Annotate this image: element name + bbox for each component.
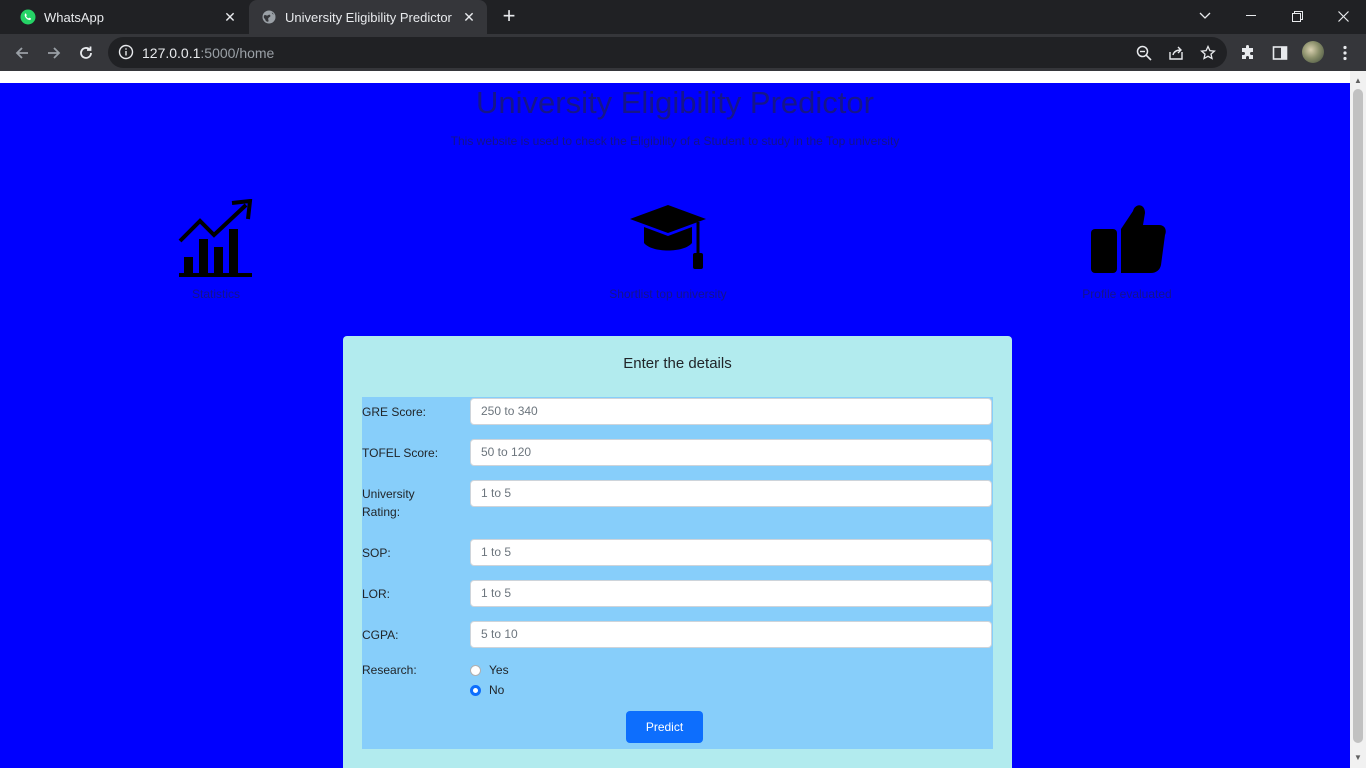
tab-title: University Eligibility Predictor [285, 9, 452, 25]
more-menu-icon[interactable] [1334, 42, 1356, 64]
tofel-label: TOFEL Score: [362, 446, 439, 460]
profile-avatar[interactable] [1302, 41, 1324, 63]
sop-input[interactable]: 1 to 5 [470, 539, 992, 566]
lor-input[interactable]: 1 to 5 [470, 580, 992, 607]
chart-growth-icon [178, 199, 253, 277]
close-window-icon[interactable] [1320, 0, 1366, 32]
scroll-up-icon[interactable]: ▲ [1354, 77, 1362, 85]
close-icon[interactable]: ✕ [220, 7, 240, 27]
address-bar[interactable]: 127.0.0.1:5000/home [108, 37, 1227, 68]
share-icon[interactable] [1166, 43, 1186, 63]
details-card: Enter the details GRE Score: 250 to 340 … [343, 336, 1012, 768]
page-background: University Eligibility Predictor This we… [0, 83, 1350, 768]
university-rating-input[interactable]: 1 to 5 [470, 480, 992, 507]
reload-icon[interactable] [72, 39, 100, 67]
feature-label: Statistics [191, 287, 240, 301]
new-tab-button[interactable]: + [497, 5, 521, 29]
forward-arrow-icon[interactable] [40, 39, 68, 67]
chevron-down-icon[interactable] [1182, 0, 1228, 32]
cgpa-input[interactable]: 5 to 10 [470, 621, 992, 648]
browser-toolbar: 127.0.0.1:5000/home [0, 34, 1366, 71]
url-text: 127.0.0.1:5000/home [142, 45, 275, 61]
page-viewport: University Eligibility Predictor This we… [0, 71, 1350, 768]
predict-button[interactable]: Predict [626, 711, 703, 743]
whatsapp-icon [20, 9, 36, 25]
page-subtitle: This website is used to check the Eligib… [450, 134, 900, 148]
radio-label: No [489, 683, 505, 697]
minimize-icon[interactable] [1228, 0, 1274, 32]
graduation-cap-icon [630, 205, 706, 269]
tab-university-predictor[interactable]: University Eligibility Predictor ✕ [249, 0, 487, 34]
research-no-radio[interactable] [470, 684, 481, 696]
thumbs-up-icon [1091, 205, 1166, 273]
globe-icon [261, 9, 277, 25]
info-icon[interactable] [118, 44, 134, 60]
research-no-option[interactable]: No [470, 683, 504, 697]
page-title: University Eligibility Predictor [476, 85, 874, 120]
back-arrow-icon[interactable] [8, 39, 36, 67]
feature-label: Shortlist top university [609, 287, 727, 301]
feature-shortlist: Shortlist top university [558, 199, 778, 301]
extensions-icon[interactable] [1237, 42, 1259, 64]
tab-strip: WhatsApp ✕ University Eligibility Predic… [0, 0, 1366, 34]
lor-label: LOR: [362, 587, 391, 601]
tofel-score-input[interactable]: 50 to 120 [470, 439, 992, 466]
star-icon[interactable] [1198, 43, 1218, 63]
feature-profile: Profile evaluated [1017, 199, 1237, 301]
cgpa-label: CGPA: [362, 628, 399, 642]
university-rating-label: University Rating: [362, 487, 415, 519]
research-yes-radio[interactable] [470, 664, 481, 676]
scroll-down-icon[interactable]: ▼ [1354, 754, 1362, 762]
close-icon[interactable]: ✕ [459, 7, 479, 27]
tab-whatsapp[interactable]: WhatsApp ✕ [8, 0, 248, 34]
details-form: GRE Score: 250 to 340 TOFEL Score: 50 to… [362, 397, 993, 749]
gre-label: GRE Score: [362, 405, 427, 419]
zoom-icon[interactable] [1134, 43, 1154, 63]
page-scrollbar[interactable]: ▲ ▼ [1350, 71, 1366, 768]
radio-label: Yes [489, 663, 509, 677]
sop-label: SOP: [362, 546, 391, 560]
feature-statistics: Statistics [106, 199, 326, 301]
gre-score-input[interactable]: 250 to 340 [470, 398, 992, 425]
tab-title: WhatsApp [44, 9, 104, 25]
feature-label: Profile evaluated [1082, 287, 1172, 301]
restore-icon[interactable] [1274, 0, 1320, 32]
research-yes-option[interactable]: Yes [470, 663, 509, 677]
research-label: Research: [362, 663, 417, 677]
card-heading: Enter the details [623, 355, 732, 372]
side-panel-icon[interactable] [1269, 42, 1291, 64]
scrollbar-thumb[interactable] [1353, 89, 1363, 743]
